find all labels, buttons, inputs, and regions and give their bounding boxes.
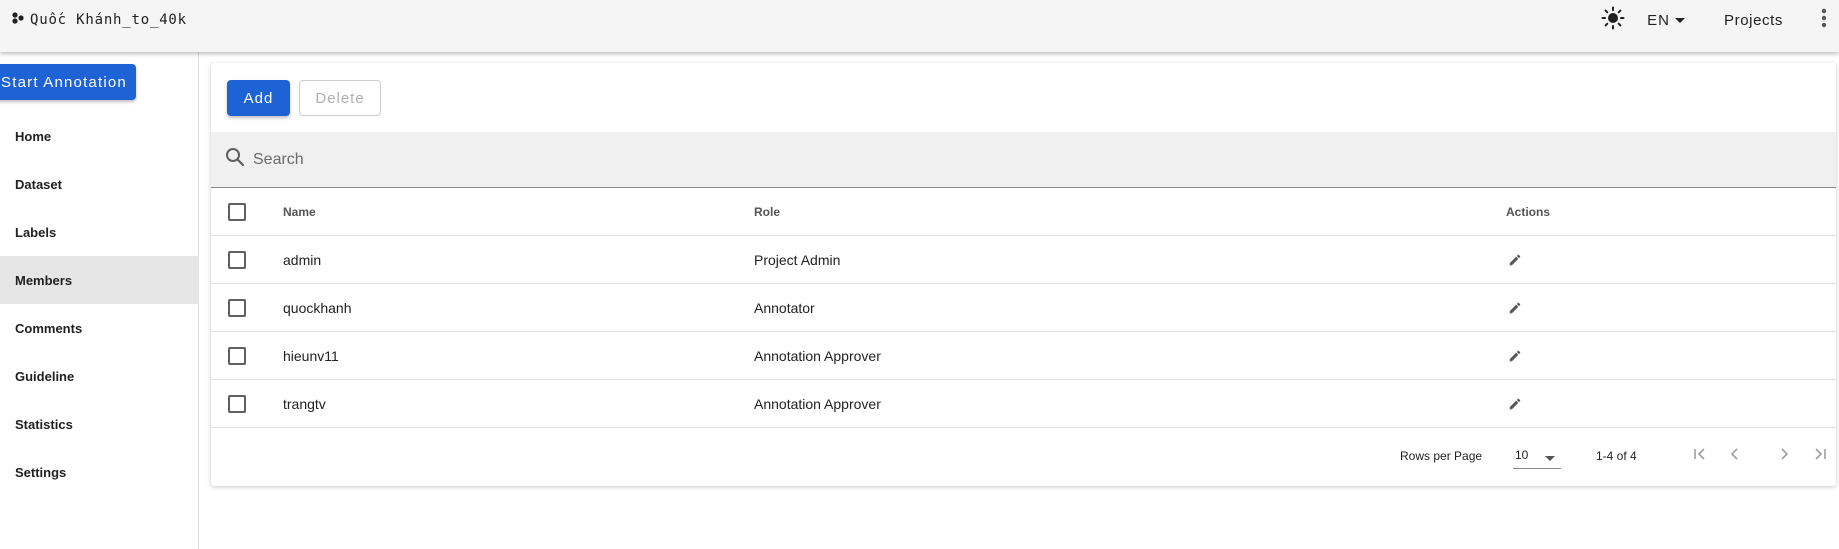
rows-per-page-label: Rows per Page [1400, 449, 1483, 463]
start-annotation-button[interactable]: Start Annotation [0, 64, 136, 100]
app-bar: Quốc Khánh_to_40k EN Projects [0, 0, 1839, 52]
chevron-left-icon [1727, 446, 1743, 465]
projects-button[interactable]: Projects [1724, 12, 1783, 29]
select-all-checkbox[interactable] [228, 202, 246, 221]
column-header-name[interactable]: Name [283, 188, 316, 235]
table-row: admin Project Admin [211, 236, 1836, 284]
previous-page-button[interactable] [1723, 443, 1747, 467]
language-label: EN [1647, 11, 1670, 29]
member-role: Annotator [754, 299, 815, 316]
pencil-icon[interactable] [1506, 299, 1524, 317]
next-page-button[interactable] [1772, 443, 1796, 467]
chevron-right-icon [1776, 446, 1792, 465]
more-vert-icon [1821, 8, 1827, 33]
more-menu-button[interactable] [1809, 0, 1839, 40]
table-row: trangtv Annotation Approver [211, 380, 1836, 428]
table-header-row: Name Role Actions [211, 188, 1836, 236]
sidebar-item-settings[interactable]: Settings [0, 448, 199, 496]
brand[interactable]: Quốc Khánh_to_40k [12, 0, 187, 40]
sidebar: Start Annotation Home Dataset Labels Mem… [0, 52, 199, 549]
row-checkbox[interactable] [228, 250, 246, 269]
delete-button[interactable]: Delete [299, 80, 381, 116]
sun-icon [1601, 6, 1625, 35]
last-page-icon [1812, 446, 1828, 465]
sidebar-item-members[interactable]: Members [0, 256, 199, 304]
member-name: hieunv11 [283, 347, 339, 364]
row-checkbox[interactable] [228, 346, 246, 365]
pagination-range: 1-4 of 4 [1596, 449, 1637, 463]
toolbar: Add Delete [227, 80, 381, 116]
pencil-icon[interactable] [1506, 251, 1524, 269]
member-name: admin [283, 251, 322, 268]
rows-per-page-value: 10 [1515, 447, 1529, 462]
row-checkbox[interactable] [228, 394, 246, 413]
pencil-icon[interactable] [1506, 347, 1524, 365]
column-header-role[interactable]: Role [754, 188, 780, 235]
search-input[interactable] [253, 150, 1753, 169]
member-role: Project Admin [754, 251, 841, 268]
members-card: Add Delete Name Role Actions admin Proje… [211, 63, 1836, 486]
table-footer: Rows per Page 10 1-4 of 4 [211, 427, 1836, 485]
member-role: Annotation Approver [754, 395, 881, 412]
language-selector[interactable]: EN [1647, 12, 1686, 29]
member-name: trangtv [283, 395, 326, 412]
sidebar-nav: Home Dataset Labels Members Comments Gui… [0, 112, 199, 496]
member-name: quockhanh [283, 299, 352, 316]
column-header-actions: Actions [1506, 204, 1551, 219]
sidebar-item-comments[interactable]: Comments [0, 304, 199, 352]
hub-icon [12, 11, 24, 29]
search-bar [211, 132, 1836, 188]
search-icon [225, 147, 245, 172]
add-button[interactable]: Add [227, 80, 290, 116]
theme-toggle-button[interactable] [1593, 0, 1633, 40]
pencil-icon[interactable] [1506, 395, 1524, 413]
sidebar-item-statistics[interactable]: Statistics [0, 400, 199, 448]
table-row: quockhanh Annotator [211, 284, 1836, 332]
member-role: Annotation Approver [754, 347, 881, 364]
caret-down-icon [1674, 12, 1686, 29]
rows-per-page-select[interactable]: 10 [1513, 441, 1561, 469]
sidebar-item-dataset[interactable]: Dataset [0, 160, 199, 208]
first-page-button[interactable] [1688, 443, 1712, 467]
sidebar-item-guideline[interactable]: Guideline [0, 352, 199, 400]
row-checkbox[interactable] [228, 298, 246, 317]
project-title: Quốc Khánh_to_40k [30, 12, 187, 28]
members-table: Name Role Actions admin Project Admin qu… [211, 188, 1836, 428]
sidebar-item-labels[interactable]: Labels [0, 208, 199, 256]
caret-down-icon [1545, 451, 1555, 465]
last-page-button[interactable] [1808, 443, 1832, 467]
first-page-icon [1692, 446, 1708, 465]
table-row: hieunv11 Annotation Approver [211, 332, 1836, 380]
sidebar-item-home[interactable]: Home [0, 112, 199, 160]
